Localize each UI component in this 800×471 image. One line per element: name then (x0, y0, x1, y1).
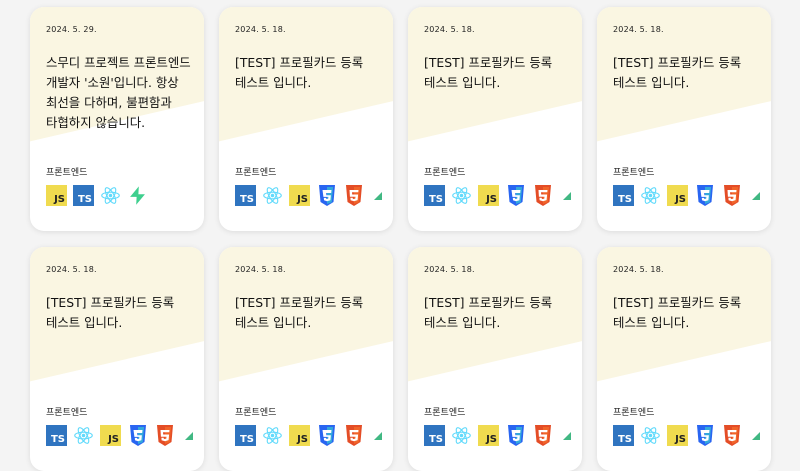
typescript-icon: TS (235, 425, 256, 446)
card-date: 2024. 5. 18. (613, 25, 664, 34)
react-icon (451, 425, 472, 446)
card-title: [TEST] 프로필카드 등록 테스트 입니다. (46, 295, 175, 330)
vue-icon (748, 425, 760, 446)
card-category: 프론트엔드 (613, 168, 655, 178)
profile-card-grid: 2024. 5. 29. 스무디 프로젝트 프론트엔드 개발자 '소원'입니다.… (0, 0, 800, 471)
vue-icon (181, 425, 193, 446)
profile-card[interactable]: 2024. 5. 18. [TEST] 프로필카드 등록 테스트 입니다. 프론… (219, 7, 393, 231)
card-category: 프론트엔드 (235, 408, 277, 418)
css3-icon (316, 185, 337, 206)
card-date: 2024. 5. 18. (46, 265, 97, 274)
react-icon (451, 185, 472, 206)
tech-stack: TS JS (235, 185, 382, 206)
css3-icon (127, 425, 148, 446)
card-title: [TEST] 프로필카드 등록 테스트 입니다. (424, 295, 553, 330)
card-category: 프론트엔드 (424, 168, 466, 178)
card-title: 스무디 프로젝트 프론트엔드 개발자 '소원'입니다. 항상 최선을 다하며, … (46, 55, 191, 130)
react-icon (73, 425, 94, 446)
card-title: [TEST] 프로필카드 등록 테스트 입니다. (235, 55, 364, 90)
typescript-icon: TS (613, 425, 634, 446)
card-date: 2024. 5. 18. (613, 265, 664, 274)
card-date: 2024. 5. 18. (235, 25, 286, 34)
html5-icon (343, 425, 364, 446)
react-icon (262, 185, 283, 206)
tech-stack: TS JS (46, 425, 193, 446)
profile-card[interactable]: 2024. 5. 18. [TEST] 프로필카드 등록 테스트 입니다. 프론… (597, 247, 771, 471)
typescript-icon: TS (235, 185, 256, 206)
tech-stack: TS JS (235, 425, 382, 446)
card-title: [TEST] 프로필카드 등록 테스트 입니다. (613, 55, 742, 90)
card-date: 2024. 5. 18. (235, 265, 286, 274)
typescript-icon: TS (424, 425, 445, 446)
card-category: 프론트엔드 (46, 408, 88, 418)
card-category: 프론트엔드 (424, 408, 466, 418)
profile-card[interactable]: 2024. 5. 18. [TEST] 프로필카드 등록 테스트 입니다. 프론… (408, 247, 582, 471)
card-category: 프론트엔드 (46, 168, 88, 178)
card-title: [TEST] 프로필카드 등록 테스트 입니다. (235, 295, 364, 330)
typescript-icon: TS (613, 185, 634, 206)
react-icon (640, 425, 661, 446)
tech-stack: TS JS (613, 185, 760, 206)
tech-stack: TS JS (424, 425, 571, 446)
javascript-icon: JS (46, 185, 67, 206)
css3-icon (694, 185, 715, 206)
card-title: [TEST] 프로필카드 등록 테스트 입니다. (424, 55, 553, 90)
vue-icon (559, 425, 571, 446)
vue-icon (370, 425, 382, 446)
javascript-icon: JS (478, 425, 499, 446)
typescript-icon: TS (46, 425, 67, 446)
typescript-icon: TS (424, 185, 445, 206)
javascript-icon: JS (667, 185, 688, 206)
react-icon (262, 425, 283, 446)
supabase-icon (127, 185, 148, 206)
javascript-icon: JS (289, 425, 310, 446)
html5-icon (532, 185, 553, 206)
card-category: 프론트엔드 (235, 168, 277, 178)
javascript-icon: JS (100, 425, 121, 446)
profile-card[interactable]: 2024. 5. 18. [TEST] 프로필카드 등록 테스트 입니다. 프론… (30, 247, 204, 471)
vue-icon (370, 185, 382, 206)
card-date: 2024. 5. 18. (424, 25, 475, 34)
card-date: 2024. 5. 18. (424, 265, 475, 274)
react-icon (640, 185, 661, 206)
javascript-icon: JS (289, 185, 310, 206)
css3-icon (505, 425, 526, 446)
card-date: 2024. 5. 29. (46, 25, 97, 34)
html5-icon (721, 185, 742, 206)
profile-card[interactable]: 2024. 5. 29. 스무디 프로젝트 프론트엔드 개발자 '소원'입니다.… (30, 7, 204, 231)
tech-stack: JS TS (46, 185, 148, 206)
tech-stack: TS JS (613, 425, 760, 446)
vue-icon (748, 185, 760, 206)
css3-icon (505, 185, 526, 206)
profile-card[interactable]: 2024. 5. 18. [TEST] 프로필카드 등록 테스트 입니다. 프론… (219, 247, 393, 471)
card-title: [TEST] 프로필카드 등록 테스트 입니다. (613, 295, 742, 330)
tech-stack: TS JS (424, 185, 571, 206)
javascript-icon: JS (667, 425, 688, 446)
react-icon (100, 185, 121, 206)
card-category: 프론트엔드 (613, 408, 655, 418)
html5-icon (532, 425, 553, 446)
javascript-icon: JS (478, 185, 499, 206)
typescript-icon: TS (73, 185, 94, 206)
profile-card[interactable]: 2024. 5. 18. [TEST] 프로필카드 등록 테스트 입니다. 프론… (408, 7, 582, 231)
css3-icon (694, 425, 715, 446)
html5-icon (721, 425, 742, 446)
vue-icon (559, 185, 571, 206)
html5-icon (154, 425, 175, 446)
html5-icon (343, 185, 364, 206)
profile-card[interactable]: 2024. 5. 18. [TEST] 프로필카드 등록 테스트 입니다. 프론… (597, 7, 771, 231)
css3-icon (316, 425, 337, 446)
